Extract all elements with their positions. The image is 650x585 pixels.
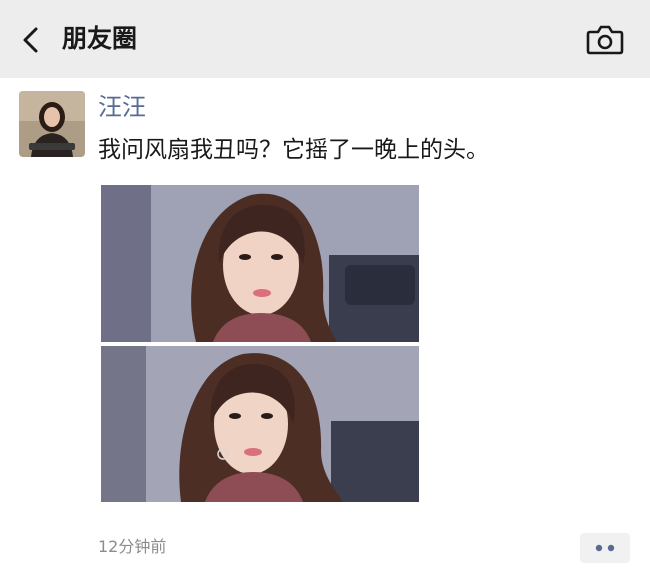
post-text: 我问风扇我丑吗？它摇了一晚上的头。 (98, 137, 489, 163)
top-bar: 朋友圈 (0, 0, 650, 78)
more-dots-icon (595, 544, 615, 552)
camera-button[interactable] (584, 22, 626, 58)
post-photo-1[interactable] (101, 185, 419, 342)
post-photo-2[interactable] (101, 346, 419, 502)
camera-icon (586, 25, 624, 55)
selfie-photo (101, 185, 419, 342)
chevron-left-icon (23, 27, 38, 53)
more-actions-button[interactable] (580, 533, 630, 563)
moment-post: 汪汪 我问风扇我丑吗？它摇了一晚上的头。 12分钟前 (0, 78, 650, 585)
avatar-image (19, 91, 85, 157)
avatar[interactable] (19, 91, 85, 157)
username[interactable]: 汪汪 (98, 91, 146, 123)
page-title: 朋友圈 (62, 24, 138, 53)
back-button[interactable] (14, 22, 50, 58)
post-timestamp: 12分钟前 (98, 537, 167, 556)
selfie-photo (101, 346, 419, 502)
